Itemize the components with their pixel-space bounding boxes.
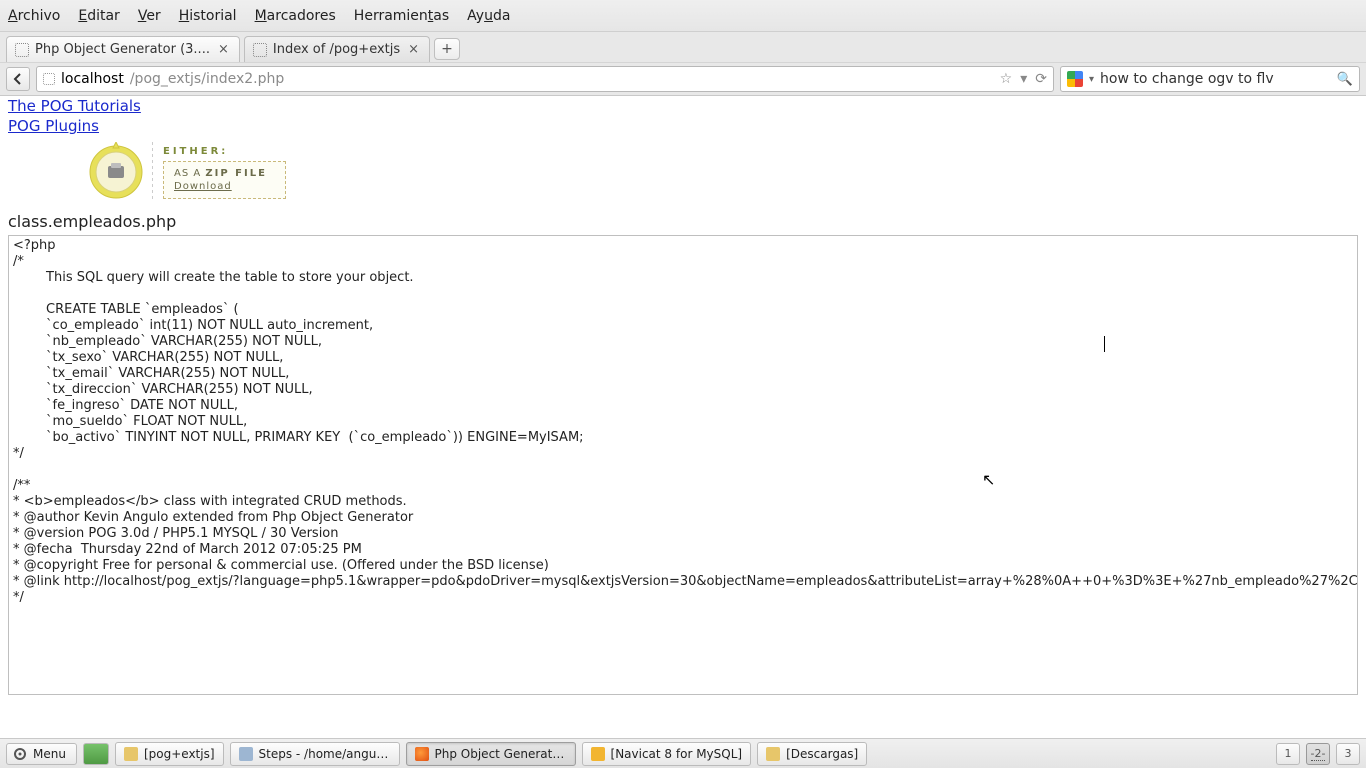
download-link[interactable]: Download — [174, 181, 267, 192]
browser-tabstrip: Php Object Generator (3.... × Index of /… — [0, 32, 1366, 62]
menu-herramientas[interactable]: Herramientas — [354, 8, 449, 24]
vertical-divider — [152, 142, 153, 202]
either-label: EITHER: — [163, 146, 286, 157]
zip-file-label: ZIP FILE — [205, 168, 267, 179]
menu-historial[interactable]: Historial — [179, 8, 237, 24]
new-tab-button[interactable]: + — [434, 38, 460, 60]
task-label: [pog+extjs] — [144, 747, 215, 761]
tab-pog-generator[interactable]: Php Object Generator (3.... × — [6, 36, 240, 62]
as-a-label: AS A — [174, 168, 205, 179]
task-label: [Descargas] — [786, 747, 858, 761]
tab-favicon — [253, 43, 267, 57]
browser-toolbar: localhost/pog_extjs/index2.php ☆ ▾ ⟳ ▾ h… — [0, 62, 1366, 96]
task-label: Steps - /home/angul... — [259, 747, 391, 761]
menu-archivo[interactable]: Archivo — [8, 8, 60, 24]
back-button[interactable] — [6, 67, 30, 91]
search-bar[interactable]: ▾ how to change ogv to flv 🔍 — [1060, 66, 1360, 92]
text-caret — [1104, 336, 1105, 352]
start-menu-button[interactable]: Menu — [6, 743, 77, 765]
workspace-1[interactable]: 1 — [1276, 743, 1300, 765]
reload-icon[interactable]: ⟳ — [1035, 71, 1047, 87]
start-menu-label: Menu — [33, 747, 66, 761]
task-gedit-steps[interactable]: Steps - /home/angul... — [230, 742, 400, 766]
page-viewport: The POG Tutorials POG Plugins — [0, 96, 1366, 738]
tab-title: Php Object Generator (3.... — [35, 42, 210, 57]
search-icon[interactable]: 🔍 — [1337, 72, 1353, 87]
site-identity-icon[interactable] — [43, 73, 55, 85]
url-host: localhost — [61, 71, 124, 87]
menu-marcadores[interactable]: Marcadores — [255, 8, 336, 24]
task-navicat[interactable]: [Navicat 8 for MySQL] — [582, 742, 752, 766]
show-desktop-button[interactable] — [83, 743, 109, 765]
os-taskbar: Menu [pog+extjs] Steps - /home/angul... … — [0, 738, 1366, 768]
tab-favicon — [15, 43, 29, 57]
download-section: EITHER: AS A ZIP FILE Download — [86, 142, 1358, 202]
url-path: /pog_extjs/index2.php — [130, 71, 284, 87]
search-engine-dropdown-icon[interactable]: ▾ — [1089, 74, 1094, 85]
tab-close-icon[interactable]: × — [216, 42, 231, 57]
folder-icon — [766, 747, 780, 761]
text-editor-icon — [239, 747, 253, 761]
search-value: how to change ogv to flv — [1100, 71, 1331, 87]
dropdown-icon[interactable]: ▾ — [1020, 71, 1027, 87]
workspace-3[interactable]: 3 — [1336, 743, 1360, 765]
tab-index-pog-extjs[interactable]: Index of /pog+extjs × — [244, 36, 430, 62]
menu-ayuda[interactable]: Ayuda — [467, 8, 510, 24]
task-label: Php Object Generato... — [435, 747, 567, 761]
tab-title: Index of /pog+extjs — [273, 42, 400, 57]
code-textarea[interactable]: <?php /* This SQL query will create the … — [8, 235, 1358, 695]
task-filemanager-pogextjs[interactable]: [pog+extjs] — [115, 742, 224, 766]
firefox-icon — [415, 747, 429, 761]
navicat-icon — [591, 747, 605, 761]
arrow-left-icon — [11, 72, 25, 86]
tab-close-icon[interactable]: × — [406, 42, 421, 57]
menu-editar[interactable]: Editar — [78, 8, 119, 24]
workspace-switcher: 1 -2- 3 — [1276, 743, 1360, 765]
zip-download-box: AS A ZIP FILE Download — [163, 161, 286, 199]
gear-badge-icon — [86, 142, 146, 202]
os-menubar: Archivo Editar Ver Historial Marcadores … — [0, 0, 1366, 32]
class-filename-heading: class.empleados.php — [8, 212, 1358, 231]
task-firefox-pog[interactable]: Php Object Generato... — [406, 742, 576, 766]
folder-icon — [124, 747, 138, 761]
code-content: <?php /* This SQL query will create the … — [13, 238, 1358, 605]
task-filemanager-descargas[interactable]: [Descargas] — [757, 742, 867, 766]
link-pog-plugins[interactable]: POG Plugins — [8, 116, 1358, 136]
workspace-2[interactable]: -2- — [1306, 743, 1330, 765]
link-pog-tutorials[interactable]: The POG Tutorials — [8, 96, 1358, 116]
menu-ver[interactable]: Ver — [138, 8, 161, 24]
bookmark-star-icon[interactable]: ☆ — [1000, 71, 1013, 87]
gear-icon — [13, 747, 27, 761]
google-icon — [1067, 71, 1083, 87]
url-bar[interactable]: localhost/pog_extjs/index2.php ☆ ▾ ⟳ — [36, 66, 1054, 92]
task-label: [Navicat 8 for MySQL] — [611, 747, 743, 761]
